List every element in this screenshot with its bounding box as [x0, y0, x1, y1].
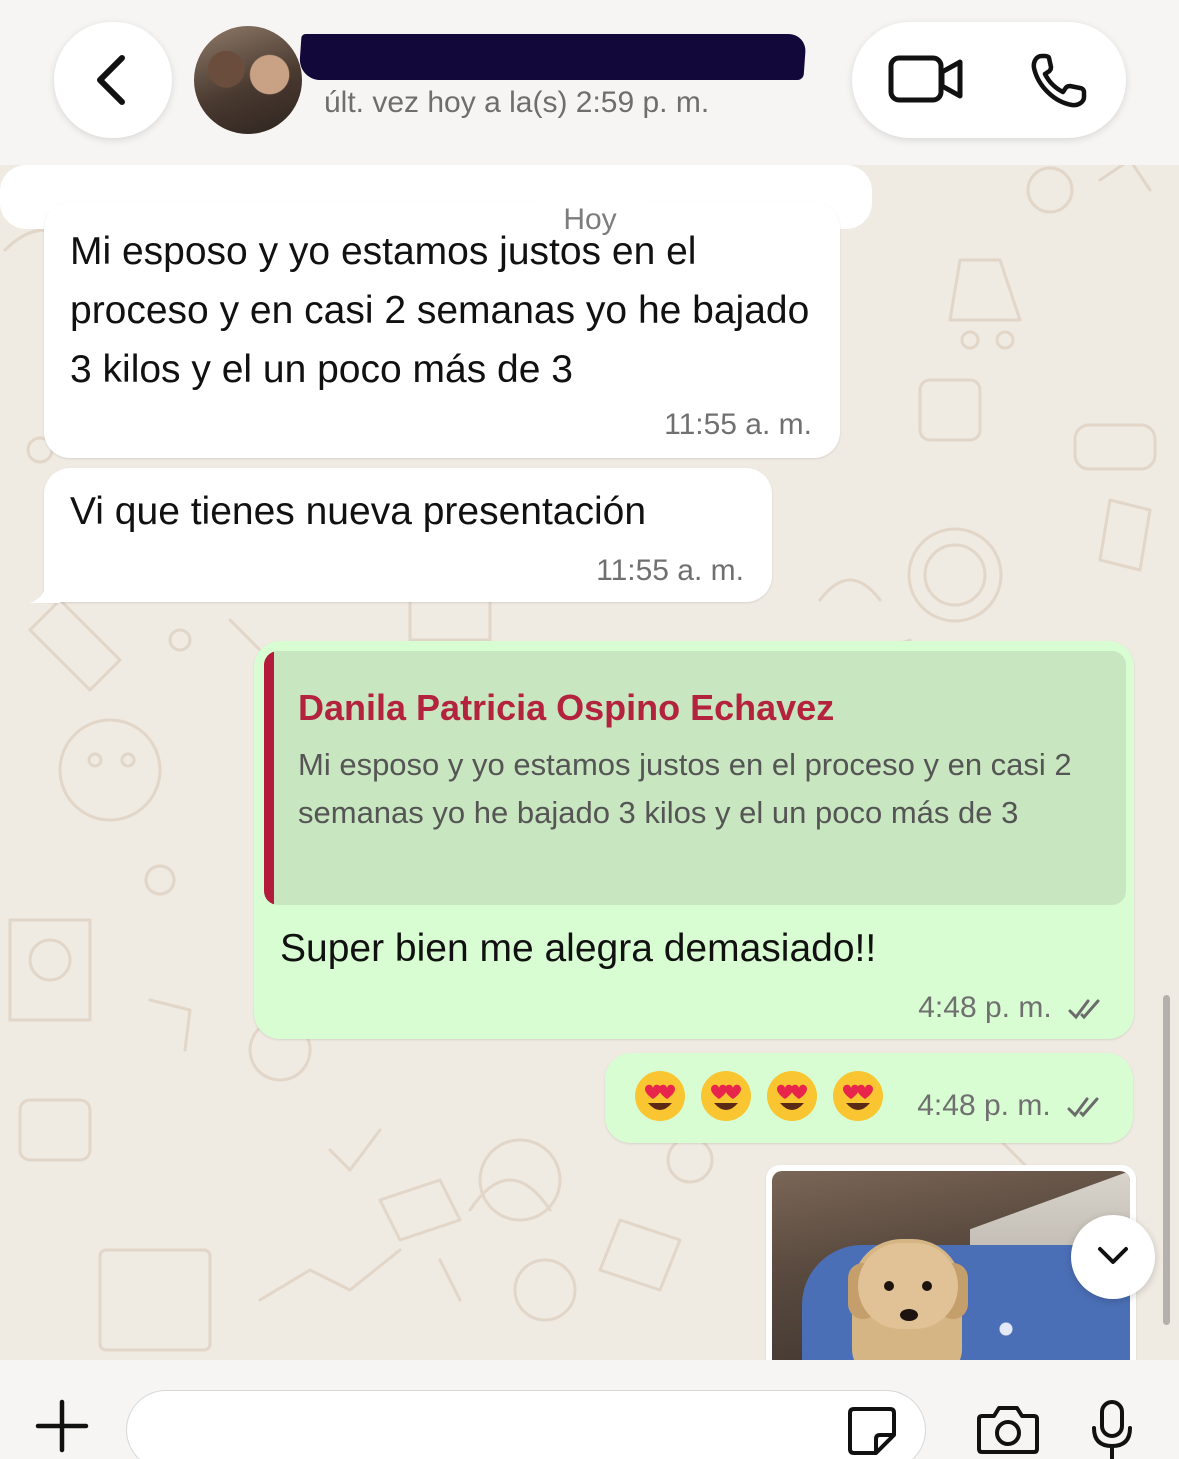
last-seen-status: últ. vez hoy a la(s) 2:59 p. m. [324, 86, 710, 119]
attach-button[interactable] [34, 1398, 90, 1459]
heart-eyes-emoji-icon [701, 1071, 751, 1121]
camera-icon [977, 1406, 1039, 1454]
quote-author: Danila Patricia Ospino Echavez [298, 687, 835, 728]
heart-eyes-emoji-icon [635, 1071, 685, 1121]
video-camera-icon [888, 55, 963, 103]
chevron-down-icon [1098, 1247, 1128, 1264]
video-call-button[interactable] [888, 54, 964, 109]
plus-icon [35, 1399, 89, 1453]
chat-header: últ. vez hoy a la(s) 2:59 p. m. [0, 0, 1179, 165]
sticker-button[interactable] [846, 1405, 898, 1459]
camera-button[interactable] [976, 1404, 1040, 1459]
quoted-reply[interactable]: Danila Patricia Ospino Echavez Mi esposo… [264, 651, 1126, 905]
outgoing-message[interactable]: 4:48 p. m. [605, 1053, 1133, 1143]
quote-accent-bar [264, 651, 274, 905]
message-time: 4:48 p. m. [918, 991, 1052, 1024]
microphone-icon [1092, 1400, 1132, 1459]
bubble-tail [30, 581, 60, 603]
sticker-icon [848, 1407, 896, 1455]
quote-text: Mi esposo y yo estamos justos en el proc… [298, 747, 1072, 830]
message-list[interactable]: Mi esposo y yo estamos justos en el proc… [0, 165, 1179, 1360]
message-text: Mi esposo y yo estamos justos en el proc… [70, 230, 810, 391]
contact-avatar[interactable] [194, 26, 302, 134]
contact-name-redaction[interactable] [298, 34, 807, 80]
read-ticks-icon [1067, 1097, 1099, 1118]
chevron-left-icon [97, 55, 125, 105]
message-meta: 4:48 p. m. [917, 1089, 1107, 1123]
incoming-message[interactable]: Mi esposo y yo estamos justos en el proc… [44, 202, 840, 458]
composer-bar [0, 1360, 1179, 1459]
call-actions [852, 22, 1126, 138]
phone-icon [1031, 53, 1087, 108]
read-ticks-icon [1068, 999, 1100, 1020]
voice-call-button[interactable] [1030, 52, 1090, 113]
message-time: 11:55 a. m. [664, 408, 812, 441]
message-text: Super bien me alegra demasiado!! [280, 927, 877, 970]
message-meta: 4:48 p. m. [918, 991, 1108, 1025]
heart-eyes-emoji-icon [833, 1071, 883, 1121]
voice-note-button[interactable] [1090, 1400, 1134, 1459]
heart-eyes-emoji-icon [767, 1071, 817, 1121]
scrollbar[interactable] [1163, 995, 1170, 1325]
message-time: 11:55 a. m. [596, 554, 744, 587]
outgoing-message[interactable]: Danila Patricia Ospino Echavez Mi esposo… [254, 641, 1134, 1039]
message-time: 4:48 p. m. [917, 1089, 1051, 1122]
date-separator: Hoy [530, 200, 650, 240]
emoji-row [633, 1069, 885, 1123]
back-button[interactable] [54, 22, 172, 138]
incoming-message[interactable]: Vi que tienes nueva presentación 11:55 a… [44, 468, 772, 602]
message-input[interactable] [126, 1390, 926, 1459]
message-text: Vi que tienes nueva presentación [70, 490, 647, 533]
scroll-to-bottom-button[interactable] [1071, 1215, 1155, 1299]
